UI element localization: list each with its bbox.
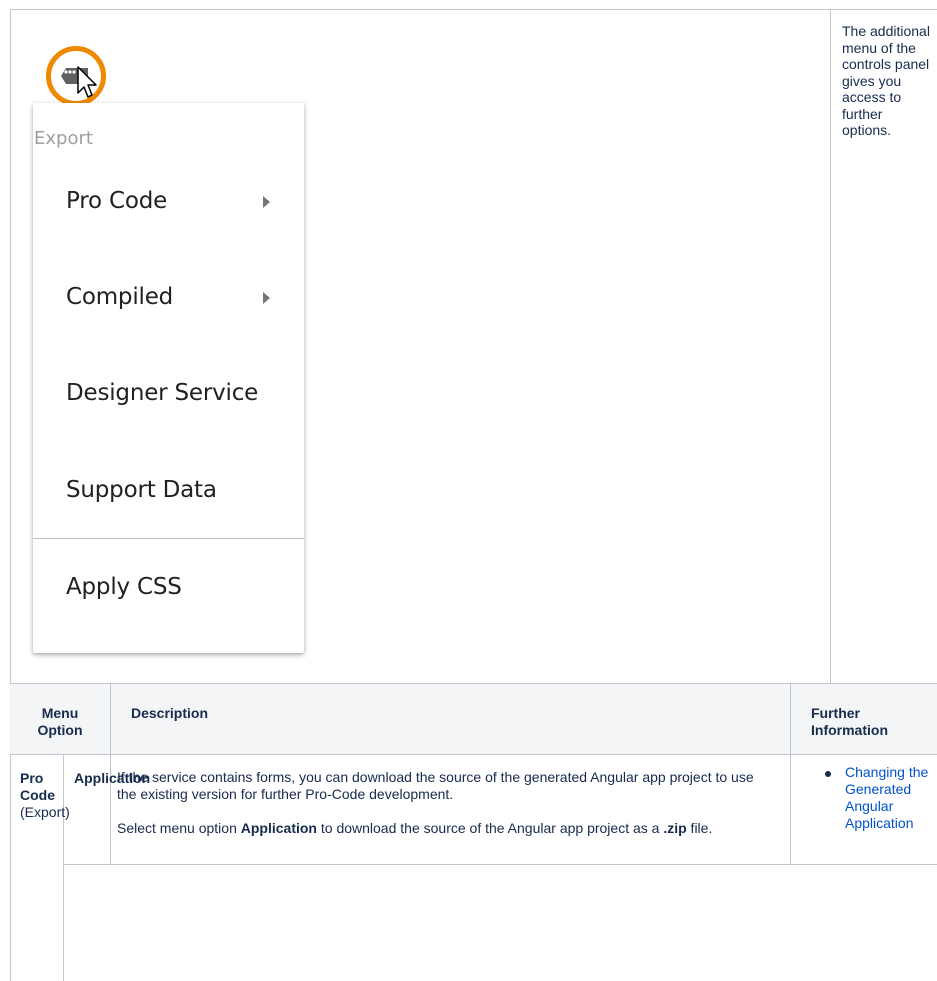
header-menu-option: Menu Option	[37, 705, 83, 738]
menu-header-export: Export	[34, 128, 93, 149]
menu-divider	[33, 538, 304, 539]
chevron-right-icon	[263, 292, 270, 304]
top-border	[10, 9, 937, 10]
option-sub-label: (Export)	[20, 804, 70, 820]
menu-item-compiled[interactable]: Compiled	[66, 284, 173, 310]
col-menu-option-divider	[110, 684, 111, 755]
chevron-right-icon	[263, 196, 270, 208]
top-right-divider	[830, 9, 831, 684]
description-text: file.	[686, 820, 713, 836]
menu-item-apply-css[interactable]: Apply CSS	[66, 574, 182, 600]
export-menu	[33, 103, 304, 653]
gear-icon	[46, 46, 106, 106]
menu-item-designer-service[interactable]: Designer Service	[66, 380, 258, 406]
header-further-information: Further Information	[811, 705, 888, 738]
left-border	[10, 9, 11, 981]
link-changing-generated-angular-application[interactable]: Changing the Generated Angular Applicati…	[845, 764, 928, 831]
side-note: The additional menu of the controls pane…	[842, 23, 930, 138]
controls-menu-trigger[interactable]	[36, 43, 120, 109]
description-paragraph-2: Select menu option Application to downlo…	[117, 820, 767, 837]
col-description-divider	[790, 684, 791, 755]
bullet-icon	[825, 771, 831, 777]
option-main-label: Pro Code	[20, 770, 55, 803]
menu-item-support-data[interactable]: Support Data	[66, 477, 217, 503]
menu-item-pro-code[interactable]: Pro Code	[66, 188, 167, 214]
description-cell: If the service contains forms, you can d…	[117, 769, 767, 854]
col-further-info-divider	[790, 755, 791, 865]
header-bottom-border	[10, 754, 937, 755]
description-text: Select menu option	[117, 820, 241, 836]
sub-option-label: Application	[74, 770, 151, 786]
col-option-main-divider	[63, 755, 64, 981]
option-main-cell: Pro Code (Export)	[20, 770, 70, 821]
row-bottom-border	[63, 864, 937, 865]
description-bold-zip: .zip	[663, 820, 687, 836]
description-paragraph-1: If the service contains forms, you can d…	[117, 769, 754, 802]
description-bold-application: Application	[240, 820, 317, 836]
header-description: Description	[131, 705, 209, 721]
description-text: to download the source of the Angular ap…	[316, 820, 664, 836]
further-info-cell: Changing the Generated Angular Applicati…	[845, 764, 937, 832]
